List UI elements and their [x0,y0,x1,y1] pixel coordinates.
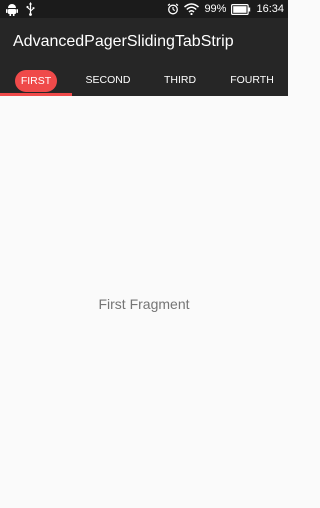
tab-third[interactable]: THIRD [144,68,216,92]
fragment-text: First Fragment [98,296,190,312]
tab-fourth[interactable]: FOURTH [216,68,288,92]
fragment-content: First Fragment [0,96,288,508]
app-title: AdvancedPagerSlidingTabStrip [13,33,234,50]
wifi-icon [184,3,200,15]
alarm-icon [167,3,179,15]
tab-second-label: SECOND [85,74,131,86]
tab-first[interactable]: FIRST [0,68,72,92]
battery-percent: 99% [204,3,227,15]
status-system: 99% 16:34 [167,0,284,18]
status-notifications [6,2,43,16]
status-bar: 99% 16:34 [0,0,288,18]
tab-first-label: FIRST [14,69,58,92]
clock: 16:34 [256,3,284,15]
battery-icon [231,3,251,15]
usb-icon [26,2,35,16]
tab-second[interactable]: SECOND [72,68,144,92]
tab-strip: FIRST SECOND THIRD FOURTH [0,68,288,96]
app-bar: AdvancedPagerSlidingTabStrip [0,18,288,68]
android-debug-icon [6,3,18,16]
tab-fourth-label: FOURTH [230,74,274,86]
tab-third-label: THIRD [163,74,197,86]
